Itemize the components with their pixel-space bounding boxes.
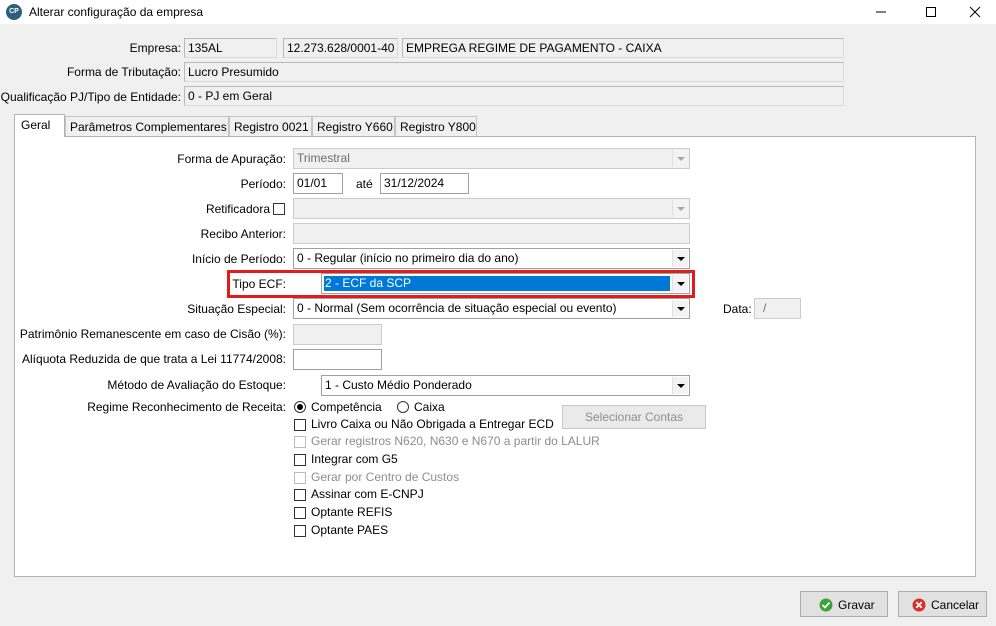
apuracao-value: Trimestral (297, 151, 350, 165)
metodo-value: 1 - Custo Médio Ponderado (325, 378, 472, 392)
livro-caixa-checkbox[interactable] (294, 419, 306, 431)
data-input[interactable]: / (754, 298, 801, 319)
data-label: Data: (723, 302, 752, 316)
periodo-inicio-input[interactable]: 01/01 (293, 173, 343, 194)
regime-label: Regime Reconhecimento de Receita: (87, 400, 286, 414)
aliquota-input[interactable] (293, 349, 382, 370)
assinar-ecnpj-checkbox[interactable] (294, 489, 306, 501)
situacao-label: Situação Especial: (187, 302, 286, 316)
recibo-label: Recibo Anterior: (200, 227, 286, 241)
regime-competencia-radio[interactable] (294, 401, 306, 413)
ate-label: até (356, 177, 373, 191)
chevron-down-icon (672, 200, 688, 217)
inicio-value: 0 - Regular (início no primeiro dia do a… (297, 251, 519, 265)
recibo-input[interactable] (293, 223, 690, 244)
selecionar-contas-button[interactable]: Selecionar Contas (562, 405, 706, 429)
centro-custos-checkbox (294, 472, 306, 484)
regime-competencia-label[interactable]: Competência (311, 400, 382, 414)
centro-custos-label: Gerar por Centro de Custos (311, 470, 460, 484)
gerar-registros-checkbox (294, 436, 306, 448)
metodo-label: Método de Avaliação do Estoque: (107, 378, 286, 392)
chevron-down-icon (672, 377, 688, 394)
chevron-down-icon (672, 250, 688, 267)
retificadora-label: Retificadora (205, 202, 270, 216)
apuracao-select[interactable]: Trimestral (293, 148, 690, 169)
periodo-label: Período: (240, 177, 286, 191)
optante-paes-checkbox[interactable] (294, 525, 306, 537)
integrar-g5-label[interactable]: Integrar com G5 (311, 452, 398, 466)
livro-caixa-label[interactable]: Livro Caixa ou Não Obrigada a Entregar E… (311, 417, 554, 431)
inicio-select[interactable]: 0 - Regular (início no primeiro dia do a… (293, 248, 690, 269)
inicio-label: Início de Período: (191, 252, 286, 266)
optante-paes-label[interactable]: Optante PAES (311, 523, 388, 537)
highlight-box (227, 270, 695, 298)
gerar-registros-label: Gerar registros N620, N630 e N670 a part… (311, 434, 600, 448)
retificadora-checkbox[interactable] (273, 203, 285, 215)
patrimonio-label: Patrimônio Remanescente em caso de Cisão… (19, 327, 286, 341)
chevron-down-icon (672, 150, 688, 167)
aliquota-label: Alíquota Reduzida de que trata a Lei 117… (22, 352, 286, 366)
apuracao-label: Forma de Apuração: (177, 152, 286, 166)
situacao-select[interactable]: 0 - Normal (Sem ocorrência de situação e… (293, 298, 690, 319)
metodo-select[interactable]: 1 - Custo Médio Ponderado (321, 375, 690, 396)
situacao-value: 0 - Normal (Sem ocorrência de situação e… (297, 301, 617, 315)
patrimonio-input[interactable] (293, 324, 382, 345)
optante-refis-checkbox[interactable] (294, 507, 306, 519)
assinar-ecnpj-label[interactable]: Assinar com E-CNPJ (311, 487, 424, 501)
regime-caixa-radio[interactable] (397, 401, 409, 413)
chevron-down-icon (672, 300, 688, 317)
retificadora-select[interactable] (293, 198, 690, 219)
regime-caixa-label[interactable]: Caixa (414, 400, 445, 414)
integrar-g5-checkbox[interactable] (294, 454, 306, 466)
optante-refis-label[interactable]: Optante REFIS (311, 505, 392, 519)
periodo-fim-input[interactable]: 31/12/2024 (380, 173, 469, 194)
